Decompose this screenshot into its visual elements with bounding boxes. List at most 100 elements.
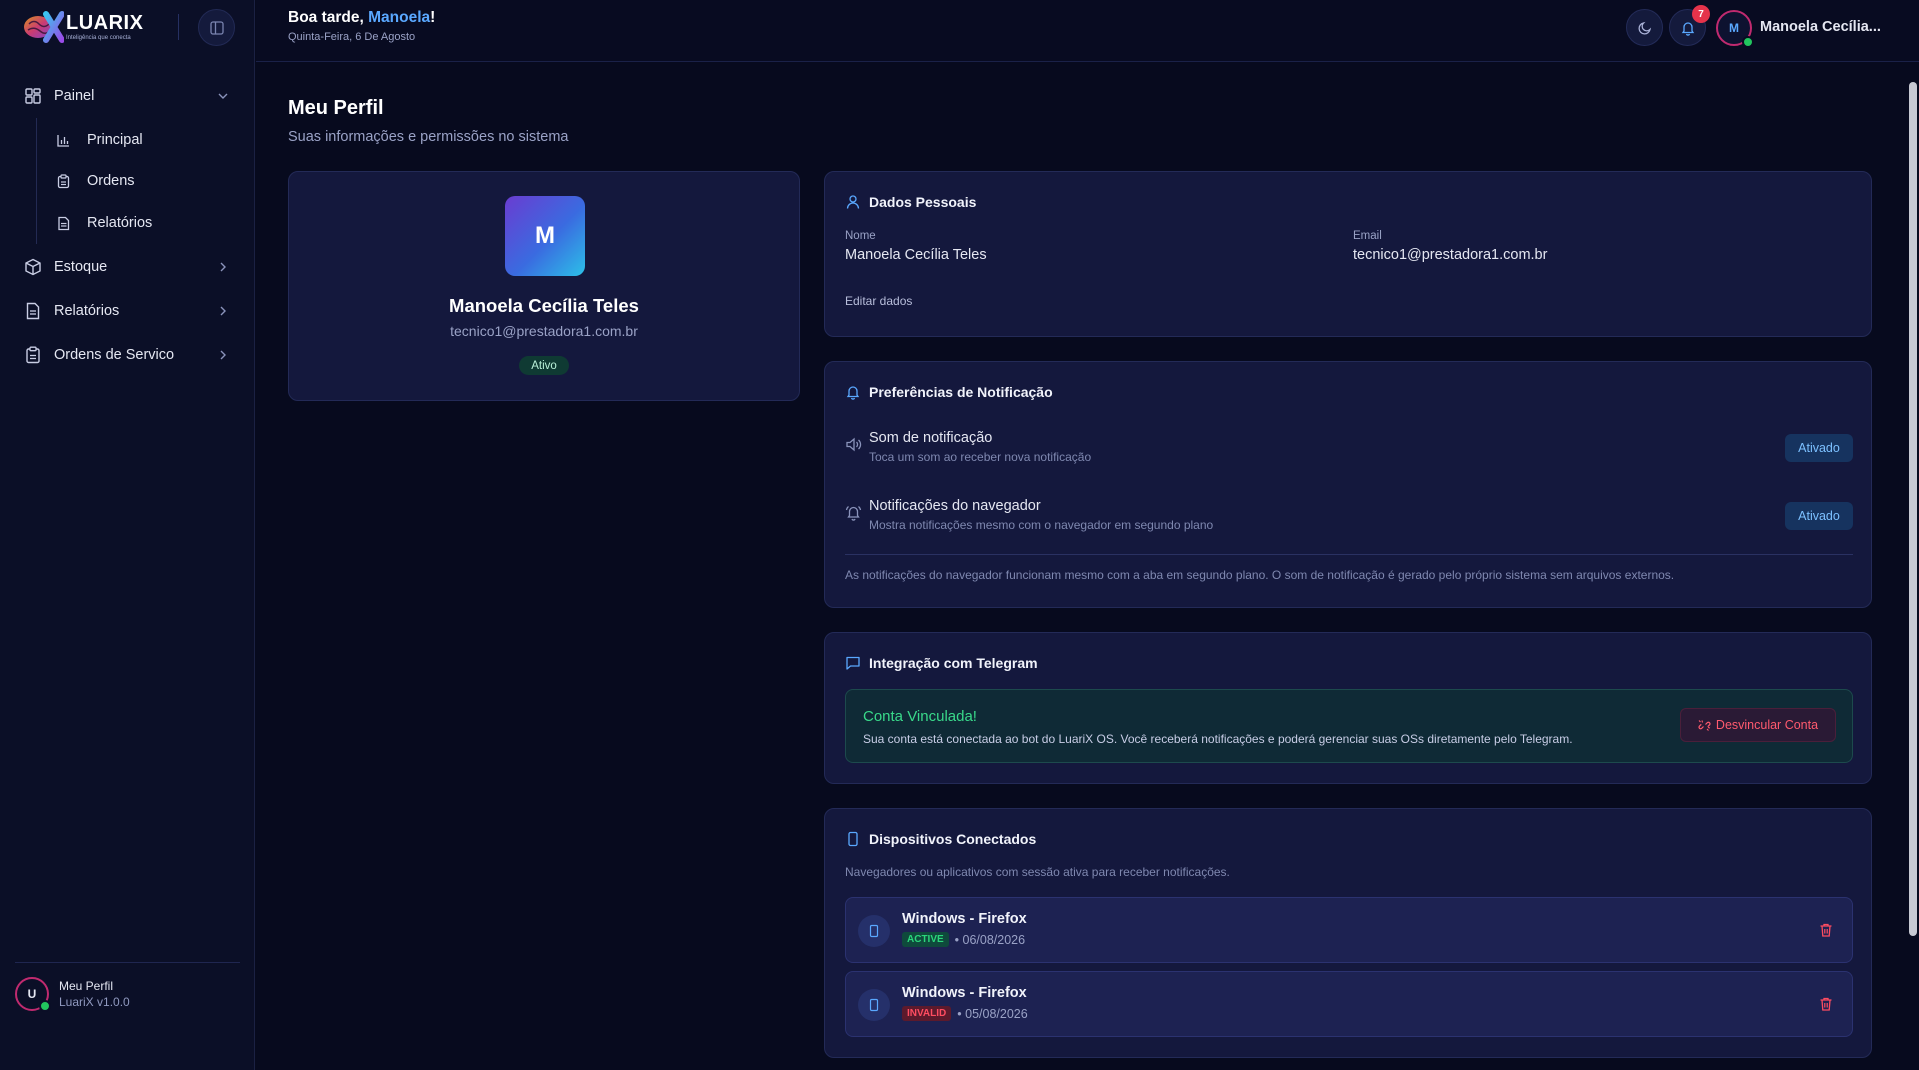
theme-toggle-button[interactable] <box>1626 9 1663 46</box>
card-title: Dispositivos Conectados <box>845 831 1036 847</box>
pref-desc: Toca um som ao receber nova notificação <box>869 450 1092 464</box>
card-title: Preferências de Notificação <box>845 384 1053 400</box>
clipboard-icon <box>26 346 40 364</box>
name-value: Manoela Cecília Teles <box>845 247 987 263</box>
trash-icon[interactable] <box>1818 996 1834 1012</box>
device-date: • 05/08/2026 <box>957 1006 1028 1021</box>
device-name: Windows - Firefox <box>902 985 1027 1001</box>
browser-notifications-toggle-button[interactable]: Ativado <box>1785 502 1853 530</box>
speaker-icon <box>846 437 862 452</box>
pref-row-browser: Notificações do navegador Mostra notific… <box>845 496 1853 540</box>
clipboard-icon <box>57 173 70 188</box>
sound-toggle-button[interactable]: Ativado <box>1785 434 1853 462</box>
greeting-prefix: Boa tarde, <box>288 9 369 26</box>
bar-chart-icon <box>57 134 69 147</box>
submenu-line <box>36 118 37 244</box>
device-date: • 06/08/2026 <box>954 932 1026 947</box>
dashboard-icon <box>25 88 41 104</box>
trash-icon[interactable] <box>1818 922 1834 938</box>
page-subtitle: Suas informações e permissões no sistema <box>288 129 569 145</box>
card-title-text: Dispositivos Conectados <box>869 831 1037 847</box>
connected-devices-card: Dispositivos Conectados Navegadores ou a… <box>824 808 1872 1058</box>
bell-ring-icon <box>845 506 862 521</box>
app-version: LuariX v1.0.0 <box>59 995 130 1009</box>
avatar-initial: M <box>1729 21 1739 35</box>
name-label: Nome <box>845 230 876 242</box>
current-date: Quinta-Feira, 6 De Agosto <box>288 31 416 43</box>
moon-icon <box>1637 21 1651 35</box>
greeting: Boa tarde, Manoela! <box>288 9 435 27</box>
sidebar-subitem-label: Principal <box>87 132 143 148</box>
bell-icon <box>846 386 860 400</box>
device-icon <box>858 989 890 1021</box>
email-label: Email <box>1353 230 1382 242</box>
device-meta: ACTIVE • 06/08/2026 <box>902 932 1025 947</box>
sidebar-profile-link[interactable]: U Meu Perfil LuariX v1.0.0 <box>15 977 130 1012</box>
pref-title: Som de notificação <box>869 430 993 446</box>
brand-logo[interactable]: LUARIX Inteligência que conecta <box>22 10 143 44</box>
notification-count-badge: 7 <box>1692 5 1710 23</box>
device-status-badge: INVALID <box>902 1006 952 1021</box>
scrollbar-thumb[interactable] <box>1909 82 1917 936</box>
sidebar-item-painel[interactable]: Painel <box>16 78 238 114</box>
online-status-dot <box>39 1000 51 1012</box>
chevron-right-icon <box>220 306 226 316</box>
device-meta: INVALID • 05/08/2026 <box>902 1006 1028 1021</box>
greeting-name: Manoela <box>368 9 431 26</box>
edit-data-link[interactable]: Editar dados <box>845 294 912 308</box>
sidebar-item-label: Ordens de Servico <box>54 347 175 363</box>
avatar: U <box>15 977 51 1012</box>
card-title-text: Preferências de Notificação <box>869 384 1053 400</box>
unlink-icon <box>1698 719 1711 731</box>
sidebar-item-label: Estoque <box>54 259 108 275</box>
sidebar-item-label: Painel <box>54 88 95 104</box>
smartphone-icon <box>869 924 879 938</box>
sidebar-subitem-ordens[interactable]: Ordens <box>56 166 135 196</box>
pref-desc: Mostra notificações mesmo com o navegado… <box>869 518 1214 532</box>
pref-row-sound: Som de notificação Toca um som ao recebe… <box>845 428 1853 472</box>
sidebar-item-relatorios[interactable]: Relatórios <box>16 293 238 329</box>
user-menu-name[interactable]: Manoela Cecília... <box>1760 19 1881 35</box>
sidebar-subitem-label: Relatórios <box>87 215 153 231</box>
sidebar-footer-divider <box>15 962 240 963</box>
notification-note: As notificações do navegador funcionam m… <box>845 568 1675 582</box>
document-icon <box>58 216 70 230</box>
avatar-initial: U <box>27 987 37 1001</box>
profile-card: M Manoela Cecília Teles tecnico1@prestad… <box>288 171 800 401</box>
sidebar-toggle-button[interactable] <box>198 9 235 46</box>
bell-icon <box>1681 21 1694 36</box>
brand-tagline: Inteligência que conecta <box>66 34 131 41</box>
card-title: Integração com Telegram <box>845 655 1038 671</box>
devices-desc: Navegadores ou aplicativos com sessão at… <box>845 865 1230 879</box>
card-title-text: Dados Pessoais <box>869 194 977 210</box>
report-icon <box>26 302 40 320</box>
telegram-linked-title: Conta Vinculada! <box>863 708 977 725</box>
chevron-right-icon <box>220 262 226 272</box>
avatar-initial: M <box>535 222 555 249</box>
sidebar-subitem-relatorios[interactable]: Relatórios <box>56 208 152 238</box>
sidebar-subitem-principal[interactable]: Principal <box>56 125 143 155</box>
smartphone-icon <box>848 831 858 847</box>
device-icon <box>858 915 890 947</box>
chevron-right-icon <box>220 350 226 360</box>
sidebar-item-estoque[interactable]: Estoque <box>16 249 238 285</box>
profile-email: tecnico1@prestadora1.com.br <box>450 323 638 339</box>
user-icon <box>846 195 860 209</box>
user-avatar[interactable]: M <box>1716 10 1754 48</box>
profile-name: Manoela Cecília Teles <box>449 295 639 316</box>
card-title: Dados Pessoais <box>845 194 976 210</box>
smartphone-icon <box>869 998 879 1012</box>
package-icon <box>25 258 41 276</box>
notification-preferences-card: Preferências de Notificação Som de notif… <box>824 361 1872 608</box>
page-title: Meu Perfil <box>288 97 384 119</box>
telegram-linked-box: Conta Vinculada! Sua conta está conectad… <box>845 689 1853 763</box>
status-badge: Ativo <box>519 356 569 375</box>
email-value: tecnico1@prestadora1.com.br <box>1353 247 1548 263</box>
sidebar-item-ordens-de-servico[interactable]: Ordens de Servico <box>16 337 238 373</box>
unlink-account-button[interactable]: Desvincular Conta <box>1680 708 1836 742</box>
brand-divider <box>178 14 179 40</box>
sidebar-profile-name: Meu Perfil <box>59 979 114 993</box>
greeting-suffix: ! <box>430 9 436 26</box>
sidebar-item-label: Relatórios <box>54 303 120 319</box>
notifications-button[interactable]: 7 <box>1669 5 1710 46</box>
